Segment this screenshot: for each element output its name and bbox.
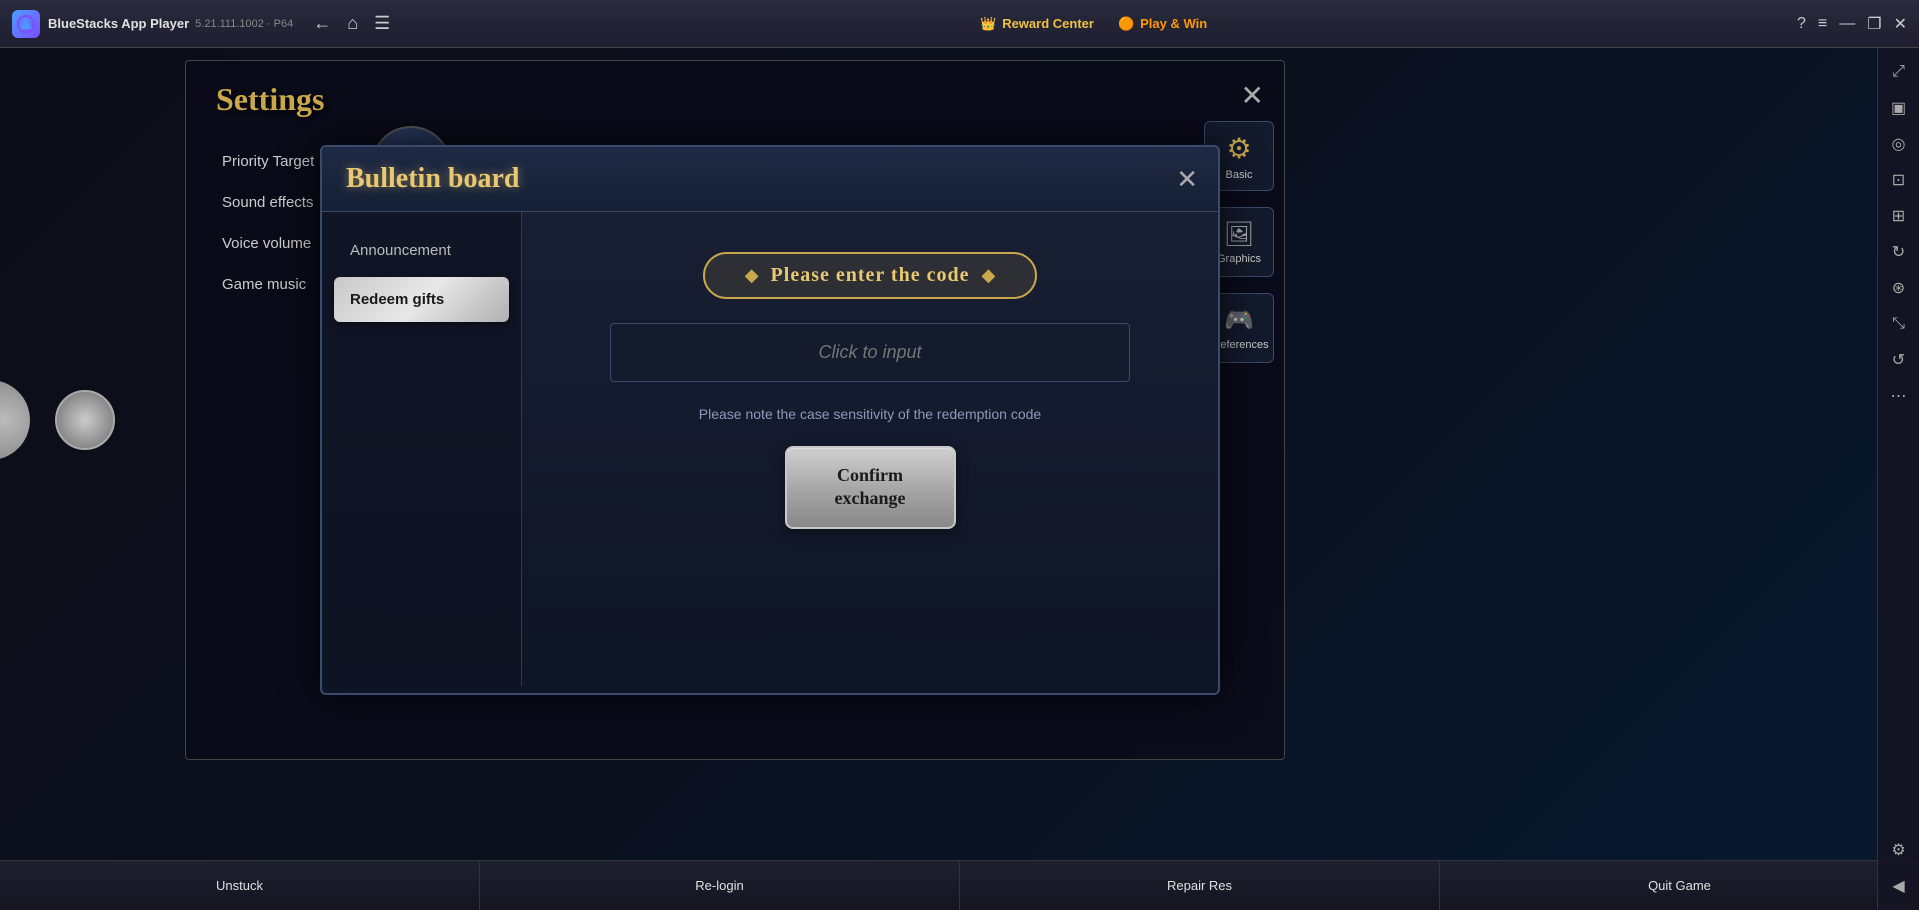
code-input[interactable] xyxy=(610,323,1130,382)
relogin-button[interactable]: Re-login xyxy=(480,861,960,910)
tab-announcement[interactable]: Announcement xyxy=(334,228,509,273)
settings-close-button[interactable]: ✕ xyxy=(1241,79,1264,112)
collapse-icon[interactable]: ◀ xyxy=(1883,870,1915,902)
code-title-bg: ◆ Please enter the code ◆ xyxy=(703,252,1038,299)
code-input-wrapper xyxy=(610,323,1130,382)
settings-gear-icon: ⚙ xyxy=(1226,132,1251,165)
settings-sidebar-icon[interactable]: ⚙ xyxy=(1883,834,1915,866)
screenshot-icon[interactable]: ⊡ xyxy=(1883,164,1915,196)
help-button[interactable]: ? xyxy=(1797,15,1806,33)
menu-button[interactable]: ≡ xyxy=(1818,15,1827,33)
layers-icon[interactable]: ▣ xyxy=(1883,92,1915,124)
back-button[interactable]: ← xyxy=(313,13,331,34)
bottom-bar: Unstuck Re-login Repair Res Quit Game xyxy=(0,860,1919,910)
quit-game-button[interactable]: Quit Game xyxy=(1440,861,1919,910)
code-title-text: Please enter the code xyxy=(771,264,970,287)
minimize-button[interactable]: — xyxy=(1839,15,1855,33)
play-win-button[interactable]: 🟠 Play & Win xyxy=(1118,16,1207,32)
reward-center-button[interactable]: 👑 Reward Center xyxy=(980,16,1094,32)
redemption-note: Please note the case sensitivity of the … xyxy=(699,406,1041,422)
nav-controls: ← ⌂ ☰ xyxy=(313,13,390,34)
settings-graphics-label: Graphics xyxy=(1217,253,1261,265)
coin-icon: 🟠 xyxy=(1118,16,1134,32)
repair-res-button[interactable]: Repair Res xyxy=(960,861,1440,910)
restore-button[interactable]: ❐ xyxy=(1867,14,1881,34)
diamond-right-icon: ◆ xyxy=(981,265,995,286)
crown-icon: 👑 xyxy=(980,16,996,32)
close-button[interactable]: ✕ xyxy=(1894,14,1907,34)
left-circle-decoration xyxy=(55,390,115,450)
settings-pref-icon: 🎮 xyxy=(1224,306,1254,335)
more-icon[interactable]: ⋯ xyxy=(1883,380,1915,412)
settings-title: Settings xyxy=(186,61,1284,138)
titlebar-center: 👑 Reward Center 🟠 Play & Win xyxy=(390,16,1797,32)
titlebar: BlueStacks App Player 5.21.111.1002 · P6… xyxy=(0,0,1919,48)
app-name: BlueStacks App Player xyxy=(48,16,189,31)
bulletin-content: ◆ Please enter the code ◆ Please note th… xyxy=(522,212,1218,686)
bulletin-close-button[interactable]: ✕ xyxy=(1176,166,1198,192)
expand-icon[interactable]: ⤢ xyxy=(1883,56,1915,88)
app-version: 5.21.111.1002 · P64 xyxy=(195,18,293,30)
tab-redeem-gifts[interactable]: Redeem gifts xyxy=(334,277,509,322)
bulletin-title: Bulletin board xyxy=(346,163,519,195)
settings-graphics-icon: 🖼 xyxy=(1224,220,1254,249)
sync-icon[interactable]: ↺ xyxy=(1883,344,1915,376)
settings-basic-label: Basic xyxy=(1226,169,1253,181)
bulletin-dialog: Bulletin board ✕ Announcement Redeem gif… xyxy=(320,145,1220,695)
right-sidebar: ⤢ ▣ ◎ ⊡ ⊞ ↻ ⊛ ⤡ ↺ ⋯ ⚙ ◀ xyxy=(1877,48,1919,910)
bulletin-header: Bulletin board ✕ xyxy=(322,147,1218,212)
gamepad-icon[interactable]: ⊛ xyxy=(1883,272,1915,304)
bulletin-body: Announcement Redeem gifts ◆ Please enter… xyxy=(322,212,1218,686)
window-controls: ? ≡ — ❐ ✕ xyxy=(1797,14,1907,34)
bookmark-button[interactable]: ☰ xyxy=(374,13,390,34)
macro-icon[interactable]: ⊞ xyxy=(1883,200,1915,232)
home-button[interactable]: ⌂ xyxy=(347,13,358,34)
confirm-exchange-button[interactable]: Confirm exchange xyxy=(785,446,956,529)
unstuck-button[interactable]: Unstuck xyxy=(0,861,480,910)
play-win-label: Play & Win xyxy=(1140,16,1207,31)
bulletin-tabs: Announcement Redeem gifts xyxy=(322,212,522,686)
confirm-line1: Confirm xyxy=(837,465,903,485)
code-title-container: ◆ Please enter the code ◆ xyxy=(703,252,1038,299)
camera-icon[interactable]: ◎ xyxy=(1883,128,1915,160)
confirm-line2: exchange xyxy=(835,488,906,508)
diamond-left-icon: ◆ xyxy=(745,265,759,286)
rotate-icon[interactable]: ↻ xyxy=(1883,236,1915,268)
resize-icon[interactable]: ⤡ xyxy=(1883,308,1915,340)
app-logo xyxy=(12,10,40,38)
reward-center-label: Reward Center xyxy=(1002,16,1094,31)
